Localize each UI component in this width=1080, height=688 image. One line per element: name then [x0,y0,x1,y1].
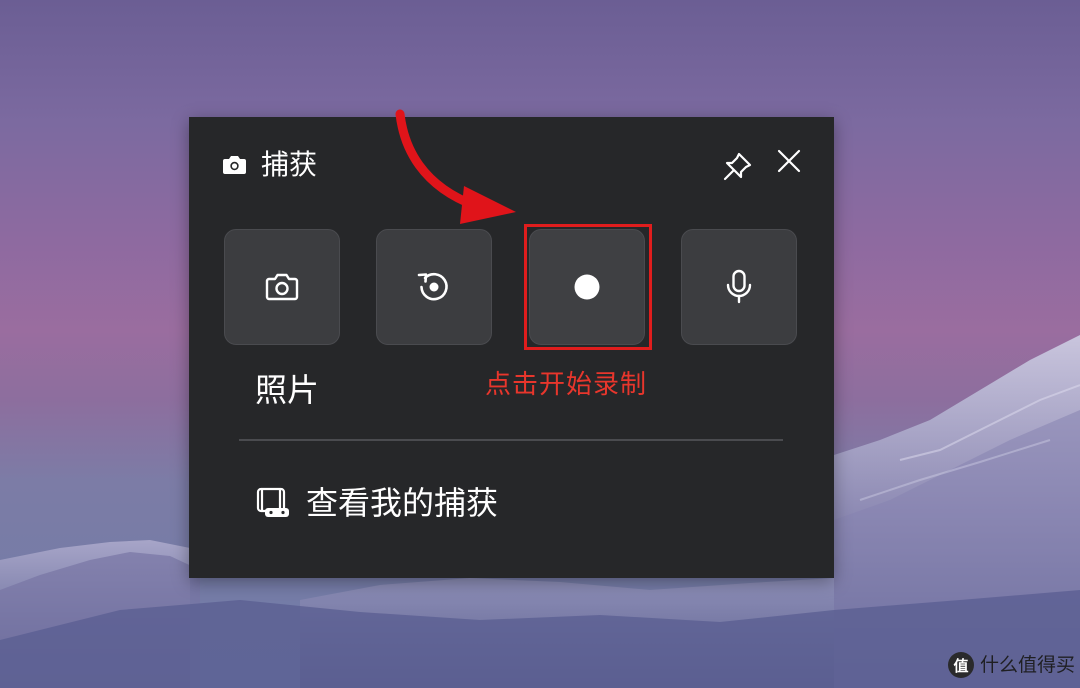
view-my-captures-label: 查看我的捕获 [306,484,499,522]
divider [239,439,783,441]
panel-title: 捕获 [261,148,318,181]
watermark-text: 什么值得买 [980,654,1076,676]
record-annotation: 点击开始录制 [485,370,648,400]
record-last-button[interactable] [376,229,492,345]
record-dot-icon [574,274,600,300]
microphone-button[interactable] [681,229,797,345]
screenshot-label: 照片 [255,371,320,409]
watermark: 值 什么值得买 [948,651,1075,679]
pin-icon[interactable] [721,149,755,183]
close-icon[interactable] [775,147,803,175]
capture-panel: 捕获 照片 点击开始录制 查看我的捕获 [189,117,834,578]
microphone-icon [726,269,752,304]
start-recording-button[interactable] [529,229,645,345]
gallery-icon [256,487,289,517]
camera-icon [223,156,246,174]
panel-header: 捕获 [189,117,834,213]
watermark-badge: 值 [948,652,974,678]
desktop-background: 捕获 照片 点击开始录制 查看我的捕获 值 什么值得买 [0,0,1080,688]
replay-icon [417,272,448,301]
screenshot-button[interactable] [224,229,340,345]
view-my-captures-link[interactable]: 查看我的捕获 [256,482,498,524]
camera-icon [265,273,299,301]
